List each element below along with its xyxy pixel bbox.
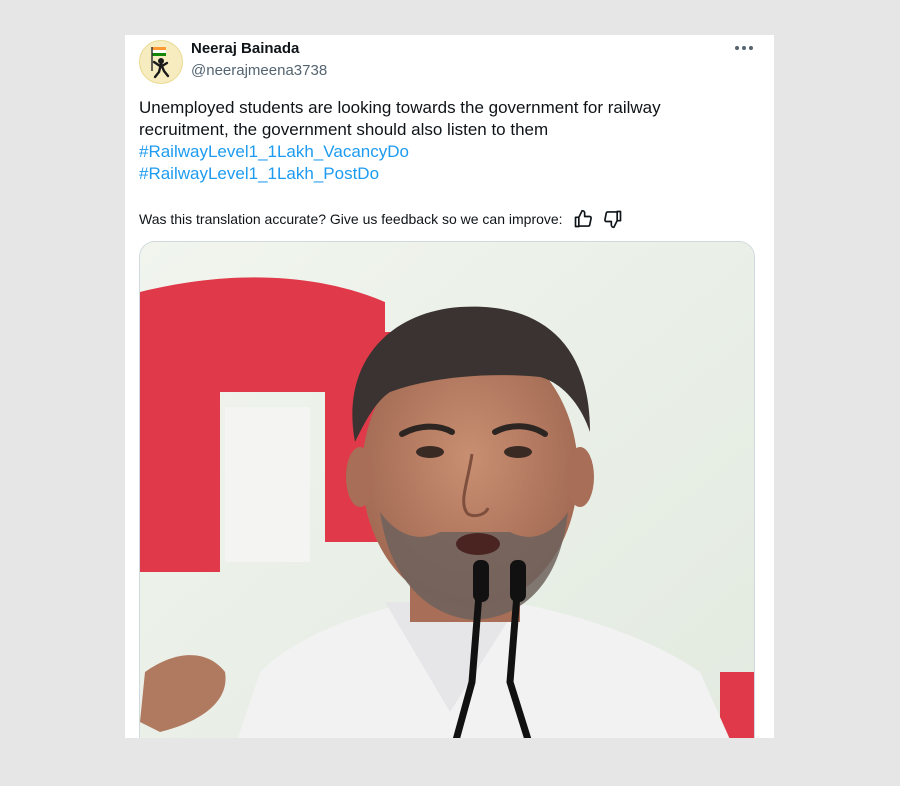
tweet-text: Unemployed students are looking towards … xyxy=(139,98,661,139)
tweet-body: Unemployed students are looking towards … xyxy=(139,97,749,185)
hashtag-link[interactable]: #RailwayLevel1_1Lakh_VacancyDo xyxy=(139,141,749,163)
more-options-icon[interactable] xyxy=(732,41,756,55)
thumbs-down-icon[interactable] xyxy=(603,209,623,229)
author-handle[interactable]: @neerajmeena3738 xyxy=(191,62,327,79)
hashtag-link[interactable]: #RailwayLevel1_1Lakh_PostDo xyxy=(139,163,749,185)
translation-feedback-prompt: Was this translation accurate? Give us f… xyxy=(139,211,563,227)
translation-feedback: Was this translation accurate? Give us f… xyxy=(139,209,623,229)
tweet-video-thumbnail[interactable] xyxy=(139,241,755,738)
thumbs-up-icon[interactable] xyxy=(573,209,593,229)
author-name[interactable]: Neeraj Bainada xyxy=(191,40,299,57)
tweet-card[interactable]: Neeraj Bainada @neerajmeena3738 Unemploy… xyxy=(125,35,774,738)
author-avatar[interactable] xyxy=(139,40,183,84)
